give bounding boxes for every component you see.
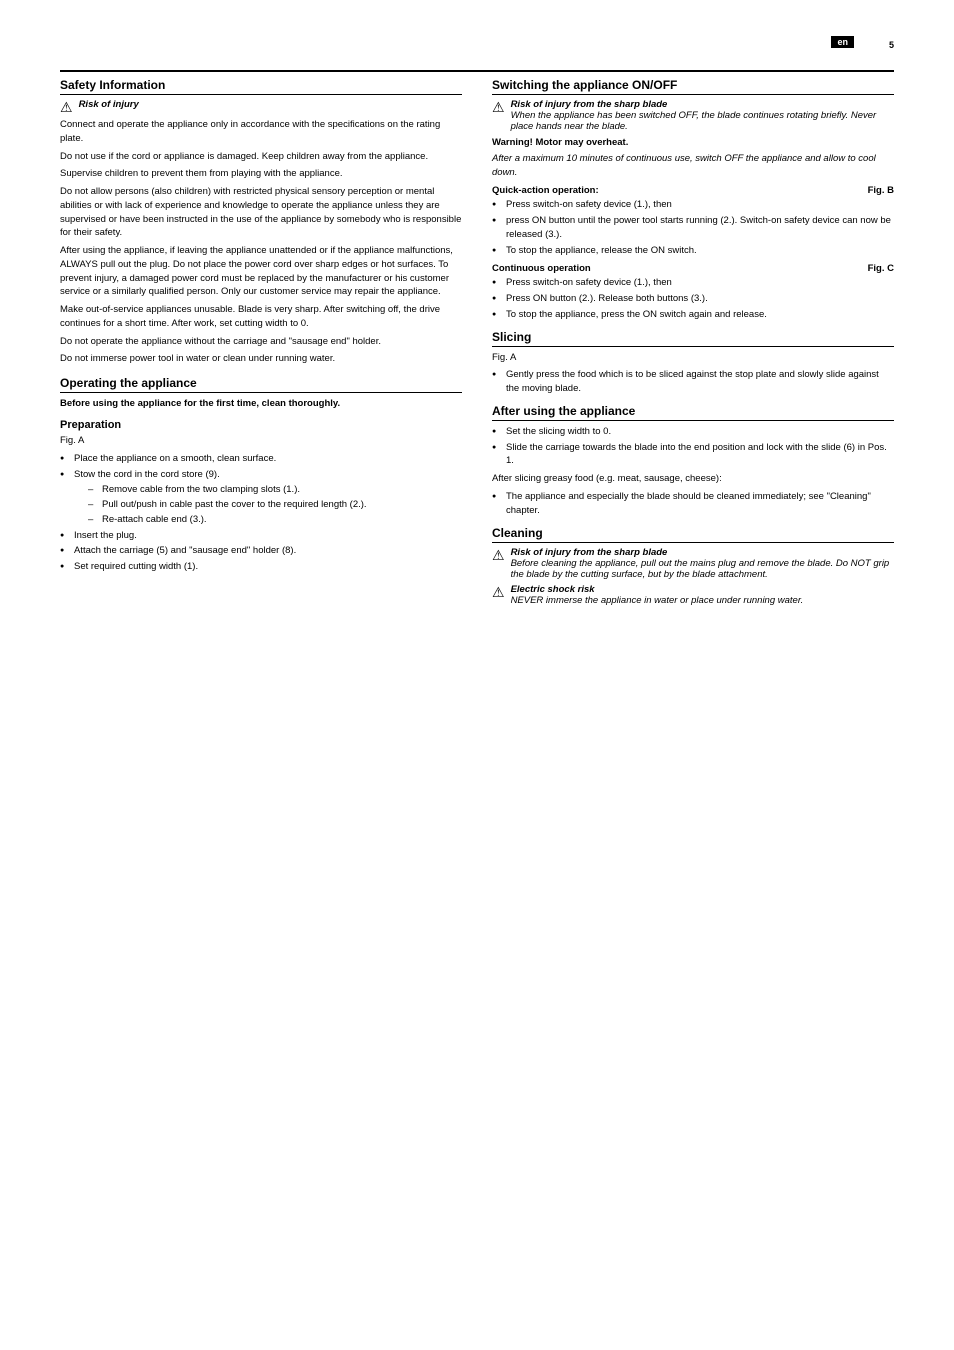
qa-item-3: To stop the appliance, release the ON sw…	[492, 244, 894, 258]
electric-warning-icon: ⚠	[492, 585, 505, 599]
before-note: Before using the appliance for the first…	[60, 397, 462, 411]
left-column: Safety Information ⚠ Risk of injury Conn…	[60, 78, 462, 610]
cont-item-3: To stop the appliance, press the ON swit…	[492, 308, 894, 322]
qa-item-1: Press switch-on safety device (1.), then	[492, 198, 894, 212]
cord-sub-3: Re-attach cable end (3.).	[88, 513, 462, 527]
prep-item-5: Set required cutting width (1).	[60, 560, 462, 574]
cont-item-2: Press ON button (2.). Release both butto…	[492, 292, 894, 306]
preparation-heading: Preparation	[60, 419, 462, 431]
cleaning-heading: Cleaning	[492, 526, 894, 543]
safety-p6: Make out-of-service appliances unusable.…	[60, 303, 462, 331]
lang-badge: en	[831, 36, 854, 48]
continuous-fig: Fig. C	[868, 263, 894, 274]
safety-p7: Do not operate the appliance without the…	[60, 335, 462, 349]
safety-p1: Connect and operate the appliance only i…	[60, 118, 462, 146]
motor-warning-text: After a maximum 10 minutes of continuous…	[492, 152, 894, 180]
cleaning-warning-block: ⚠ Risk of injury from the sharp blade Be…	[492, 547, 894, 580]
after-extra-1: The appliance and especially the blade s…	[492, 490, 894, 518]
electric-warning-block: ⚠ Electric shock risk NEVER immerse the …	[492, 584, 894, 606]
cord-sub-1: Remove cable from the two clamping slots…	[88, 483, 462, 497]
qa-item-2: press ON button until the power tool sta…	[492, 214, 894, 242]
quick-action-label: Quick-action operation:	[492, 185, 599, 196]
quick-action-fig: Fig. B	[868, 185, 894, 196]
after-items-list: The appliance and especially the blade s…	[492, 490, 894, 518]
blade-warning-text: Risk of injury from the sharp blade When…	[511, 99, 894, 132]
after-using-heading: After using the appliance	[492, 404, 894, 421]
cord-sub-2: Pull out/push in cable past the cover to…	[88, 498, 462, 512]
continuous-header: Continuous operation Fig. C	[492, 263, 894, 274]
safety-warning-block: ⚠ Risk of injury	[60, 99, 462, 114]
cont-item-1: Press switch-on safety device (1.), then	[492, 276, 894, 290]
main-content: Safety Information ⚠ Risk of injury Conn…	[60, 70, 894, 610]
right-column: Switching the appliance ON/OFF ⚠ Risk of…	[492, 78, 894, 610]
after-item-2: Slide the carriage towards the blade int…	[492, 441, 894, 469]
operating-heading: Operating the appliance	[60, 376, 462, 393]
safety-p4: Do not allow persons (also children) wit…	[60, 185, 462, 240]
safety-p2: Do not use if the cord or appliance is d…	[60, 150, 462, 164]
cleaning-warning-text: Risk of injury from the sharp blade Befo…	[511, 547, 894, 580]
blade-warning-icon: ⚠	[492, 100, 505, 114]
slicing-list: Gently press the food which is to be sli…	[492, 368, 894, 396]
switching-heading: Switching the appliance ON/OFF	[492, 78, 894, 95]
prep-item-2: Stow the cord in the cord store (9). Rem…	[60, 468, 462, 527]
motor-warning-heading: Warning! Motor may overheat.	[492, 136, 894, 150]
continuous-list: Press switch-on safety device (1.), then…	[492, 276, 894, 321]
page-number: 5	[889, 40, 894, 50]
warning-triangle-icon: ⚠	[60, 100, 73, 114]
cleaning-warning-italic: Before cleaning the appliance, pull out …	[511, 558, 890, 580]
safety-warning-heading: Risk of injury	[79, 99, 139, 110]
cord-sublist: Remove cable from the two clamping slots…	[88, 483, 462, 526]
prep-item-3: Insert the plug.	[60, 529, 462, 543]
safety-p5: After using the appliance, if leaving th…	[60, 244, 462, 299]
after-using-list: Set the slicing width to 0. Slide the ca…	[492, 425, 894, 468]
safety-p3: Supervise children to prevent them from …	[60, 167, 462, 181]
after-text: After slicing greasy food (e.g. meat, sa…	[492, 472, 894, 486]
quick-action-header: Quick-action operation: Fig. B	[492, 185, 894, 196]
blade-warning-heading: Risk of injury from the sharp blade	[511, 99, 668, 110]
page: en 5 Safety Information ⚠ Risk of injury…	[0, 0, 954, 1350]
after-item-1: Set the slicing width to 0.	[492, 425, 894, 439]
blade-warning-block: ⚠ Risk of injury from the sharp blade Wh…	[492, 99, 894, 132]
cleaning-warning-icon: ⚠	[492, 548, 505, 562]
slicing-item-1: Gently press the food which is to be sli…	[492, 368, 894, 396]
safety-p8: Do not immerse power tool in water or cl…	[60, 352, 462, 366]
slicing-heading: Slicing	[492, 330, 894, 347]
quick-action-list: Press switch-on safety device (1.), then…	[492, 198, 894, 257]
safety-warning-text: Risk of injury	[79, 99, 139, 110]
prep-item-4: Attach the carriage (5) and "sausage end…	[60, 544, 462, 558]
electric-heading: Electric shock risk	[511, 584, 595, 595]
blade-warning-italic: When the appliance has been switched OFF…	[511, 110, 877, 132]
slicing-fig: Fig. A	[492, 351, 894, 365]
electric-warning-text: Electric shock risk NEVER immerse the ap…	[511, 584, 804, 606]
prep-item-1: Place the appliance on a smooth, clean s…	[60, 452, 462, 466]
continuous-label: Continuous operation	[492, 263, 591, 274]
cleaning-warning-heading: Risk of injury from the sharp blade	[511, 547, 668, 558]
preparation-fig: Fig. A	[60, 434, 462, 448]
preparation-list: Place the appliance on a smooth, clean s…	[60, 452, 462, 574]
electric-italic: NEVER immerse the appliance in water or …	[511, 595, 804, 606]
safety-heading: Safety Information	[60, 78, 462, 95]
